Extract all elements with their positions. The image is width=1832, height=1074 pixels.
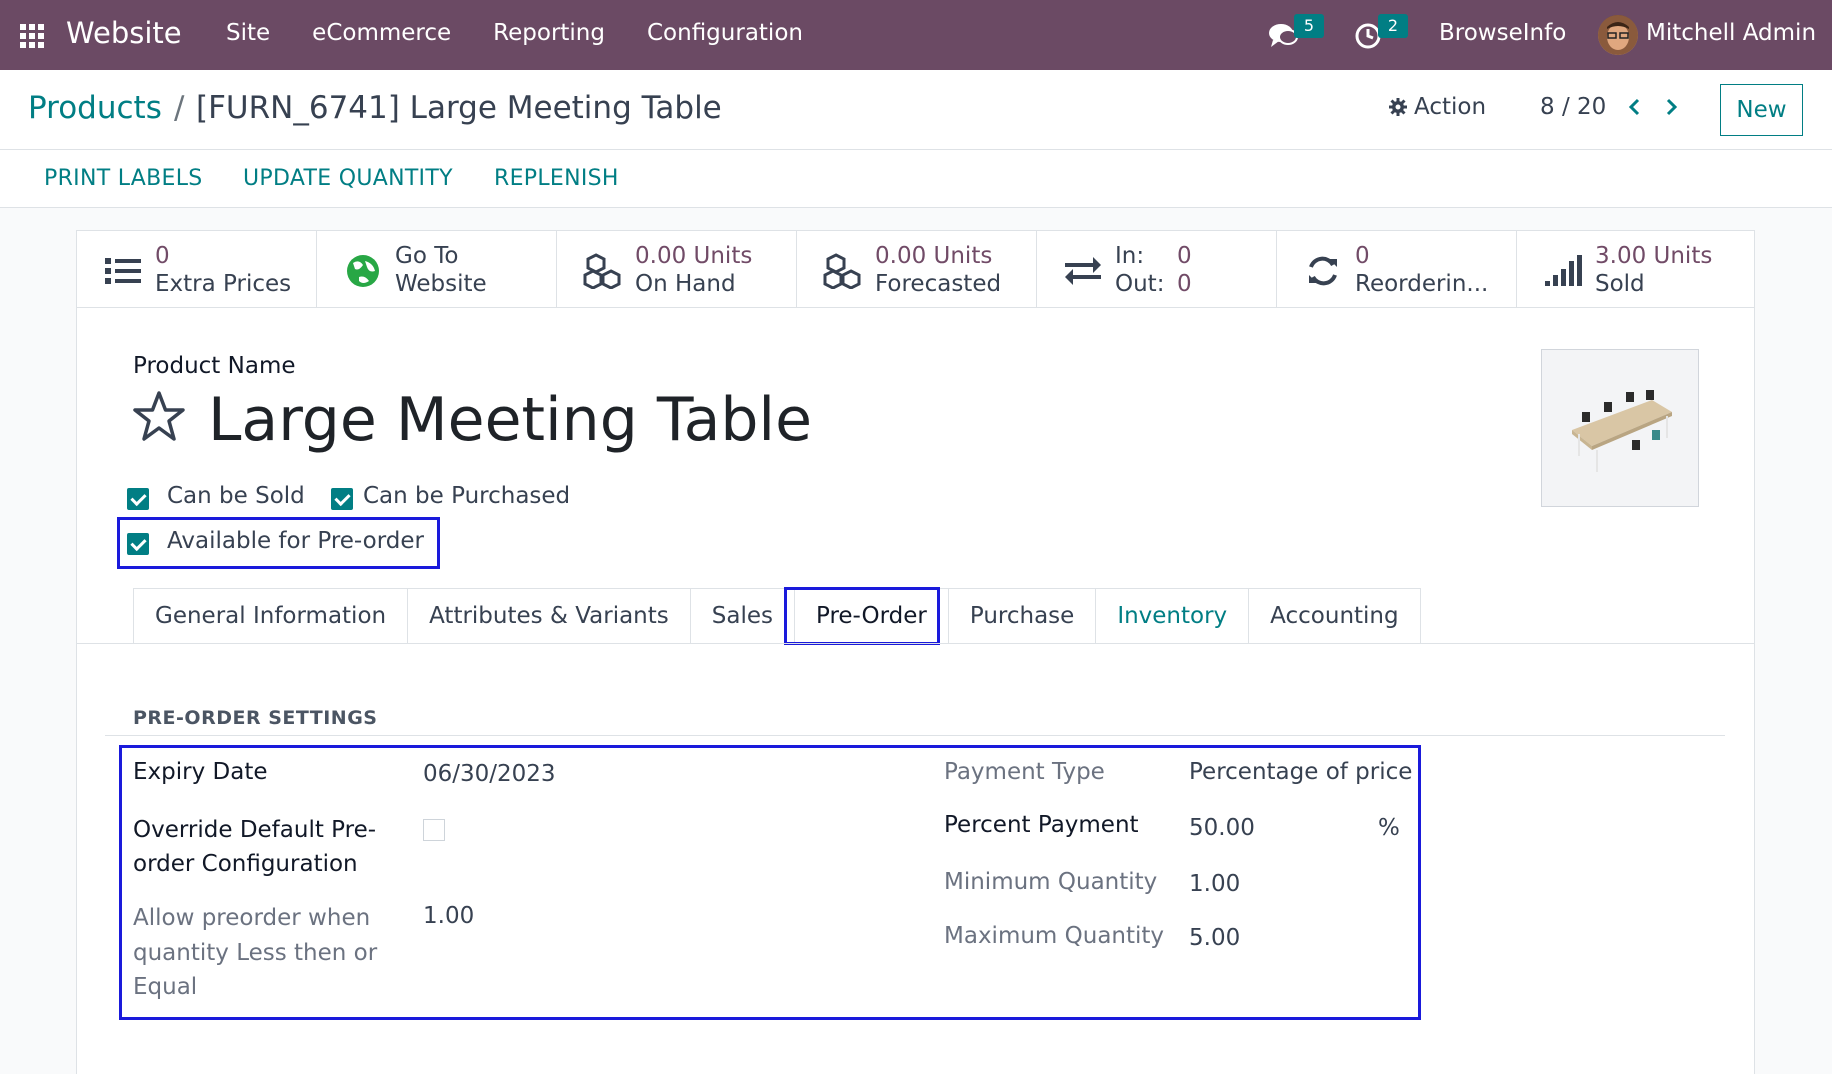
- override-config-checkbox[interactable]: [423, 819, 445, 841]
- user-avatar[interactable]: [1598, 15, 1638, 55]
- reordering-value: 0: [1355, 243, 1370, 269]
- out-value: 0: [1177, 271, 1192, 297]
- tab-purchase[interactable]: Purchase: [947, 588, 1096, 644]
- extra-prices-value: 0: [155, 243, 170, 269]
- activities-badge: 2: [1378, 14, 1408, 38]
- replenish-button[interactable]: REPLENISH: [494, 166, 619, 191]
- tab-sales[interactable]: Sales: [689, 588, 794, 644]
- in-out-button[interactable]: In: 0 Out: 0: [1037, 231, 1277, 308]
- tab-general-information[interactable]: General Information: [133, 588, 408, 644]
- extra-prices-label: Extra Prices: [155, 271, 292, 297]
- app-brand[interactable]: Website: [66, 16, 182, 50]
- top-navbar: Website Site eCommerce Reporting Configu…: [0, 0, 1832, 70]
- favorite-star-icon[interactable]: [131, 389, 187, 445]
- tabs-divider: [77, 643, 1754, 644]
- breadcrumb-separator: /: [174, 90, 185, 126]
- max-qty-field[interactable]: 5.00: [1189, 925, 1240, 951]
- globe-icon: [347, 255, 379, 287]
- messages-badge: 5: [1294, 14, 1324, 38]
- preorder-section-title: PRE-ORDER SETTINGS: [133, 707, 378, 729]
- refresh-icon: [1309, 256, 1337, 286]
- new-record-button[interactable]: New: [1720, 84, 1803, 136]
- extra-prices-button[interactable]: 0 Extra Prices: [77, 231, 317, 308]
- tab-inventory[interactable]: Inventory: [1095, 588, 1249, 644]
- percent-unit: %: [1378, 815, 1400, 841]
- print-labels-button[interactable]: PRINT LABELS: [44, 166, 203, 191]
- can-be-sold-label[interactable]: Can be Sold: [167, 483, 305, 509]
- update-quantity-button[interactable]: UPDATE QUANTITY: [243, 166, 453, 191]
- breadcrumb-products-link[interactable]: Products: [28, 90, 162, 126]
- expiry-date-label: Expiry Date: [133, 759, 268, 785]
- menu-item-configuration[interactable]: Configuration: [647, 20, 803, 46]
- website-label: Website: [395, 271, 487, 297]
- max-qty-label: Maximum Quantity: [944, 923, 1165, 949]
- min-qty-label: Minimum Quantity: [944, 869, 1158, 895]
- menu-item-reporting[interactable]: Reporting: [493, 20, 605, 46]
- notebook-tabs: General Information Attributes & Variant…: [133, 588, 1421, 644]
- smart-button-box: 0 Extra Prices Go To Website 0.00 Units …: [77, 231, 1754, 308]
- reordering-rules-button[interactable]: 0 Reorderin...: [1277, 231, 1517, 308]
- tab-highlight-box: [784, 587, 940, 645]
- forecasted-value: 0.00 Units: [875, 243, 993, 269]
- allow-label-line3: Equal: [133, 974, 198, 1000]
- sold-button[interactable]: 3.00 Units Sold: [1517, 231, 1757, 308]
- action-label: Action: [1414, 94, 1487, 120]
- can-be-purchased-checkbox[interactable]: [331, 488, 353, 510]
- menu-item-ecommerce[interactable]: eCommerce: [312, 20, 451, 46]
- override-label-line2: order Configuration: [133, 851, 358, 877]
- can-be-sold-checkbox[interactable]: [127, 488, 149, 510]
- payment-type-field[interactable]: Percentage of price: [1189, 759, 1412, 785]
- forecasted-button[interactable]: 0.00 Units Forecasted: [797, 231, 1037, 308]
- sold-value: 3.00 Units: [1595, 243, 1713, 269]
- reordering-label: Reorderin...: [1355, 271, 1489, 297]
- form-sheet: 0 Extra Prices Go To Website 0.00 Units …: [76, 230, 1755, 1074]
- company-switcher[interactable]: BrowseInfo: [1439, 20, 1566, 46]
- allow-preorder-qty-field[interactable]: 1.00: [423, 903, 474, 929]
- chevron-left-icon[interactable]: [1626, 98, 1644, 116]
- in-value: 0: [1177, 243, 1192, 269]
- menu-item-site[interactable]: Site: [226, 20, 270, 46]
- tab-attributes-variants[interactable]: Attributes & Variants: [407, 588, 690, 644]
- in-label: In:: [1115, 243, 1145, 269]
- go-to-website-button[interactable]: Go To Website: [317, 231, 557, 308]
- can-be-purchased-label[interactable]: Can be Purchased: [363, 483, 570, 509]
- pager-value[interactable]: 8 / 20: [1540, 94, 1606, 120]
- min-qty-field[interactable]: 1.00: [1189, 871, 1240, 897]
- payment-type-label: Payment Type: [944, 759, 1105, 785]
- section-divider: [105, 735, 1725, 736]
- form-statusbar: PRINT LABELS UPDATE QUANTITY REPLENISH: [0, 150, 1832, 208]
- on-hand-label: On Hand: [635, 271, 736, 297]
- cubes-icon: [823, 253, 861, 289]
- gear-icon: [1389, 98, 1407, 116]
- chevron-right-icon[interactable]: [1662, 98, 1680, 116]
- expiry-date-field[interactable]: 06/30/2023: [423, 761, 556, 787]
- breadcrumb-current: [FURN_6741] Large Meeting Table: [196, 90, 722, 126]
- tab-accounting[interactable]: Accounting: [1248, 588, 1421, 644]
- user-menu[interactable]: Mitchell Admin: [1646, 20, 1816, 46]
- available-preorder-checkbox[interactable]: [127, 533, 149, 555]
- forecasted-label: Forecasted: [875, 271, 1002, 297]
- control-panel: Products / [FURN_6741] Large Meeting Tab…: [0, 70, 1832, 150]
- override-label-line1: Override Default Pre-: [133, 817, 377, 843]
- exchange-icon: [1065, 257, 1101, 285]
- action-menu-button[interactable]: Action: [1388, 94, 1486, 120]
- list-icon: [105, 258, 141, 284]
- cubes-icon: [583, 253, 621, 289]
- percent-payment-label: Percent Payment: [944, 812, 1139, 838]
- main-menu: Site eCommerce Reporting Configuration: [226, 20, 803, 46]
- available-preorder-label[interactable]: Available for Pre-order: [167, 528, 424, 554]
- product-image[interactable]: [1541, 349, 1699, 507]
- product-name-label: Product Name: [133, 353, 296, 379]
- allow-label-line1: Allow preorder when: [133, 905, 371, 931]
- allow-label-line2: quantity Less then or: [133, 940, 378, 966]
- product-name-field[interactable]: Large Meeting Table: [208, 385, 812, 455]
- on-hand-value: 0.00 Units: [635, 243, 753, 269]
- out-label: Out:: [1115, 271, 1165, 297]
- go-to-label: Go To: [395, 243, 459, 269]
- percent-payment-field[interactable]: 50.00: [1189, 815, 1255, 841]
- sold-label: Sold: [1595, 271, 1645, 297]
- on-hand-button[interactable]: 0.00 Units On Hand: [557, 231, 797, 308]
- apps-grid-icon[interactable]: [20, 24, 44, 48]
- signal-icon: [1545, 255, 1582, 286]
